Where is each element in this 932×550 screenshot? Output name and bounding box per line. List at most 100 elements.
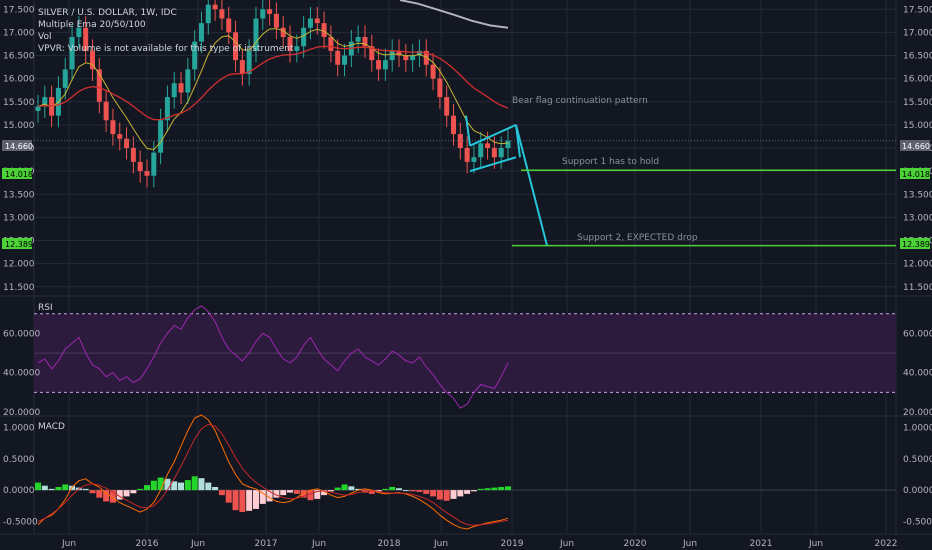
candle-body bbox=[198, 23, 204, 42]
x-tick-label: 2016 bbox=[136, 539, 159, 549]
candle-body bbox=[130, 148, 136, 162]
macd-histogram-bar bbox=[252, 490, 259, 509]
candle-body bbox=[117, 134, 123, 139]
macd-histogram-bar bbox=[334, 487, 341, 491]
y-tick-label-right: 13.000 bbox=[903, 213, 932, 223]
macd-histogram-bar bbox=[402, 490, 409, 492]
rsi-panel[interactable] bbox=[34, 305, 896, 409]
projected-drop-line bbox=[515, 124, 548, 246]
macd-histogram-bar bbox=[82, 488, 89, 491]
current-price-right: 14.660 bbox=[902, 142, 930, 151]
candle-body bbox=[144, 171, 150, 176]
x-tick-label: 2017 bbox=[255, 539, 278, 549]
support1-annotation[interactable]: Support 1 has to hold bbox=[562, 157, 659, 167]
chart-title: SILVER / U.S. DOLLAR, 1W, IDC bbox=[38, 8, 177, 18]
chart-svg: Jun 2016 Jun 2017 Jun 2018 Jun 2019 Jun 2020 Jun 20… bbox=[0, 0, 932, 549]
macd-tick-right: -0.5000 bbox=[903, 517, 932, 527]
indicator-vpvr-label[interactable]: VPVR: Volume is not available for this t… bbox=[38, 44, 294, 54]
macd-histogram-bar bbox=[477, 488, 484, 491]
macd-histogram-bar bbox=[164, 478, 171, 491]
macd-tick-right: 0.0000 bbox=[903, 486, 932, 496]
y-tick-label-right: 17.500 bbox=[903, 5, 932, 15]
macd-tick-left: -0.5000 bbox=[3, 517, 38, 527]
rsi-tick-left: 60.0000 bbox=[3, 329, 40, 339]
x-tick-label: 2021 bbox=[750, 539, 773, 549]
macd-panel[interactable] bbox=[34, 414, 896, 530]
rsi-tick-left: 20.0000 bbox=[3, 408, 40, 418]
candle-body bbox=[205, 4, 211, 24]
support2-price-left: 12.389 bbox=[5, 240, 33, 249]
candle-body bbox=[151, 152, 157, 176]
macd-histogram-bar bbox=[212, 486, 219, 491]
signal-line bbox=[37, 423, 509, 526]
macd-histogram-bar bbox=[35, 482, 41, 491]
macd-histogram-bar bbox=[457, 490, 464, 497]
axes: Jun 2016 Jun 2017 Jun 2018 Jun 2019 Jun 2020 Jun 20… bbox=[3, 5, 932, 549]
macd-histogram-bar bbox=[218, 490, 225, 496]
candle-body bbox=[171, 83, 177, 98]
macd-histogram-bar bbox=[280, 490, 287, 496]
x-tick-label: Jun bbox=[559, 539, 574, 549]
macd-histogram-bar bbox=[436, 490, 443, 500]
macd-histogram-bar bbox=[470, 490, 477, 492]
macd-histogram-bar bbox=[348, 486, 355, 491]
y-tick-label-left: 13.000 bbox=[3, 213, 35, 223]
macd-histogram-bar bbox=[430, 490, 437, 497]
flag-bottom-line bbox=[469, 156, 517, 173]
macd-histogram-bar bbox=[48, 488, 55, 491]
y-tick-label-left: 16.500 bbox=[3, 52, 35, 62]
candle-body bbox=[137, 161, 143, 172]
support1-price-left: 14.018 bbox=[5, 170, 33, 179]
y-tick-label-right: 15.500 bbox=[903, 98, 932, 108]
macd-histogram-bar bbox=[416, 490, 423, 492]
flag-pole-line bbox=[465, 115, 471, 146]
macd-histogram-bar bbox=[409, 490, 416, 492]
bear-flag-annotation[interactable]: Bear flag continuation pattern bbox=[512, 96, 648, 106]
y-tick-label-left: 11.500 bbox=[3, 283, 35, 293]
macd-histogram-bar bbox=[89, 490, 96, 494]
candle-body bbox=[382, 60, 388, 70]
x-tick-label: Jun bbox=[190, 539, 205, 549]
macd-tick-right: 0.5000 bbox=[903, 455, 932, 465]
macd-histogram-bar bbox=[341, 484, 348, 491]
candle-body bbox=[103, 101, 109, 121]
macd-tick-left: 0.0000 bbox=[3, 486, 35, 496]
candle-body bbox=[178, 83, 184, 93]
y-tick-label-left: 13.500 bbox=[3, 190, 35, 200]
y-tick-label-right: 12.000 bbox=[903, 260, 932, 270]
macd-line bbox=[37, 414, 509, 530]
indicator-ema-label[interactable]: Multiple Ema 20/50/100 bbox=[38, 20, 146, 30]
x-tick-label: Jun bbox=[808, 539, 823, 549]
macd-histogram-bar bbox=[157, 477, 164, 491]
macd-histogram-bar bbox=[382, 488, 389, 491]
price-panel[interactable] bbox=[34, 0, 896, 247]
macd-histogram-bar bbox=[498, 486, 505, 491]
rsi-label: RSI bbox=[38, 303, 53, 313]
y-tick-label-left: 12.000 bbox=[3, 260, 35, 270]
macd-histogram-bar bbox=[150, 480, 157, 491]
support2-annotation[interactable]: Support 2, EXPECTED drop bbox=[577, 233, 698, 243]
macd-histogram-bar bbox=[130, 490, 137, 494]
candle-body bbox=[212, 4, 218, 10]
rsi-tick-right: 60.0000 bbox=[903, 329, 932, 339]
indicator-vol-label[interactable]: Vol bbox=[38, 32, 51, 42]
macd-histogram-bar bbox=[293, 490, 300, 494]
rsi-tick-left: 40.0000 bbox=[3, 369, 40, 379]
macd-histogram-bar bbox=[143, 485, 150, 491]
candle-body bbox=[185, 69, 191, 93]
macd-histogram-bar bbox=[396, 488, 403, 491]
macd-tick-left: 0.5000 bbox=[3, 455, 35, 465]
y-tick-label-right: 15.000 bbox=[903, 121, 932, 131]
macd-histogram-bar bbox=[389, 486, 396, 491]
macd-histogram-bar bbox=[287, 490, 294, 493]
y-tick-label-right: 17.000 bbox=[903, 28, 932, 38]
candle-body bbox=[307, 18, 313, 28]
y-tick-label-right: 11.500 bbox=[903, 283, 932, 293]
macd-histogram-bar bbox=[205, 482, 212, 491]
candle-body bbox=[505, 140, 511, 148]
candle-body bbox=[485, 143, 491, 148]
y-tick-label-left: 17.500 bbox=[3, 5, 35, 15]
candle-body bbox=[62, 69, 68, 88]
macd-histogram-bar bbox=[232, 490, 239, 511]
x-tick-label: Jun bbox=[682, 539, 697, 549]
